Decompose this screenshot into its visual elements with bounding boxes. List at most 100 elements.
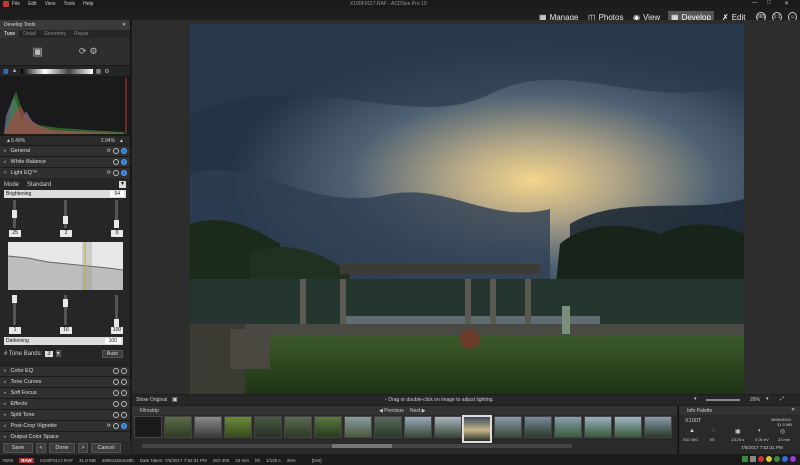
thumbnail[interactable] [224,416,252,438]
enable-icon[interactable] [121,401,127,407]
dark-band-slider-3[interactable] [114,295,119,327]
reset-icon[interactable]: ⟳ [79,46,87,57]
enable-icon[interactable] [121,412,127,418]
settings-dot-icon[interactable] [113,379,119,385]
pin-icon[interactable]: ✕ [122,22,126,28]
enable-icon[interactable] [121,170,127,176]
enable-icon[interactable] [121,368,127,374]
fit-icon[interactable]: ⤢ [780,396,784,402]
thumbnail[interactable] [614,416,642,438]
bright-band-slider-2[interactable] [63,200,68,228]
thumbnail-selected[interactable] [462,415,492,443]
zoom-dropdown-icon[interactable]: ▾ [694,396,697,402]
blue-label-icon[interactable] [782,456,788,462]
settings-dot-icon[interactable] [113,159,119,165]
close-palette-icon[interactable]: ✕ [791,407,795,413]
slider-knob[interactable] [114,220,119,228]
filmstrip-scrollbar[interactable] [142,444,572,448]
slider-knob[interactable] [12,295,17,303]
yellow-label-icon[interactable] [766,456,772,462]
thumbnail[interactable] [434,416,462,438]
reset-icon[interactable]: ⟳ [107,423,111,429]
thumbnail[interactable] [554,416,582,438]
brightening-value[interactable]: 54 [110,191,124,197]
thumbnail[interactable] [494,416,522,438]
settings-dot-icon[interactable] [113,368,119,374]
enable-icon[interactable] [121,159,127,165]
slider-knob[interactable] [63,299,68,307]
darkening-value[interactable]: 100 [104,338,121,344]
bright-band-value-1[interactable]: 25 [9,230,21,237]
thumbnail[interactable] [404,416,432,438]
thumbnail[interactable] [344,416,372,438]
app-icon[interactable] [3,1,9,7]
menu-edit[interactable]: Edit [28,1,37,7]
section-effects[interactable]: ▸ Effects [0,398,130,409]
tone-bands-select[interactable]: 3 [45,350,53,357]
done-button[interactable]: Done [49,443,75,453]
bright-band-slider-3[interactable] [114,200,119,228]
gear-icon[interactable]: ⚙ [89,46,97,57]
show-original-button[interactable]: Show Original [136,397,167,403]
thumbnail[interactable] [194,416,222,438]
preview-image[interactable] [190,24,744,394]
thumbnail[interactable] [134,416,162,438]
section-light-eq[interactable]: ▾ Light EQ™ ⟳ [0,167,130,178]
thumbnail[interactable] [524,416,552,438]
menu-help[interactable]: Help [83,1,93,7]
section-general[interactable]: ▸ General ⟳ [0,145,130,156]
thumbnail[interactable] [374,416,402,438]
maximize-icon[interactable]: □ [767,0,771,6]
slider-knob[interactable] [114,319,119,327]
zoom-slider[interactable] [706,399,740,401]
thumbnail[interactable] [584,416,612,438]
brightening-slider[interactable]: Brightening 54 [4,190,126,198]
minimize-icon[interactable]: — [752,0,758,6]
settings-dot-icon[interactable] [113,390,119,396]
dark-band-slider-1[interactable] [12,295,17,325]
settings-dot-icon[interactable] [113,148,119,154]
section-soft-focus[interactable]: ▸ Soft Focus [0,387,130,398]
slider-knob[interactable] [63,216,68,224]
enable-icon[interactable] [121,148,127,154]
settings-small-icon[interactable]: ⚙ [104,68,109,75]
next-image-button[interactable]: > [78,443,88,453]
warning-icon[interactable]: ▲ [12,68,18,74]
purple-label-icon[interactable] [790,456,796,462]
highlight-clip-icon[interactable]: ▲ [119,138,124,144]
tab-tune[interactable]: Tune [0,30,20,38]
tab-detail[interactable]: Detail [19,30,40,38]
zoom-dropdown-icon-2[interactable]: ▾ [766,396,769,402]
dark-band-value-1[interactable]: 1 [9,327,21,334]
settings-dot-icon[interactable] [113,170,119,176]
green-tag-icon[interactable] [742,456,748,462]
enable-icon[interactable] [121,379,127,385]
dark-band-value-2[interactable]: 16 [60,327,72,334]
crop-icon[interactable]: ▣ [32,45,42,58]
settings-dot-icon[interactable] [113,412,119,418]
zoom-value[interactable]: 26% [750,397,760,403]
grid-small-icon[interactable]: ▦ [96,68,102,75]
section-split-tone[interactable]: ▸ Split Tone [0,409,130,420]
settings-dot-icon[interactable] [113,401,119,407]
enable-icon[interactable] [121,423,127,429]
mode-dropdown-icon[interactable]: ▾ [119,181,126,188]
filmstrip-previous[interactable]: ◀ Previous [379,408,404,414]
tab-geometry[interactable]: Geometry [40,30,70,38]
section-post-crop-vignette[interactable]: ▸ Post-Crop Vignette ⟳ [0,420,130,431]
gray-tag-icon[interactable] [750,456,756,462]
bright-band-value-2[interactable]: 2 [60,230,72,237]
tab-repair[interactable]: Repair [70,30,93,38]
thumbnail[interactable] [314,416,342,438]
thumbnail[interactable] [254,416,282,438]
tone-bands-dropdown-icon[interactable]: ▾ [55,350,61,357]
auto-button[interactable]: Auto [101,349,123,358]
thumbnail[interactable] [644,416,672,438]
dark-band-slider-2[interactable] [63,295,68,325]
red-label-icon[interactable] [758,456,764,462]
scrollbar-thumb[interactable] [332,444,392,448]
reset-icon[interactable]: ⟳ [107,148,111,154]
reset-icon[interactable]: ⟳ [107,170,111,176]
enable-icon[interactable] [121,390,127,396]
menu-file[interactable]: File [12,1,20,7]
